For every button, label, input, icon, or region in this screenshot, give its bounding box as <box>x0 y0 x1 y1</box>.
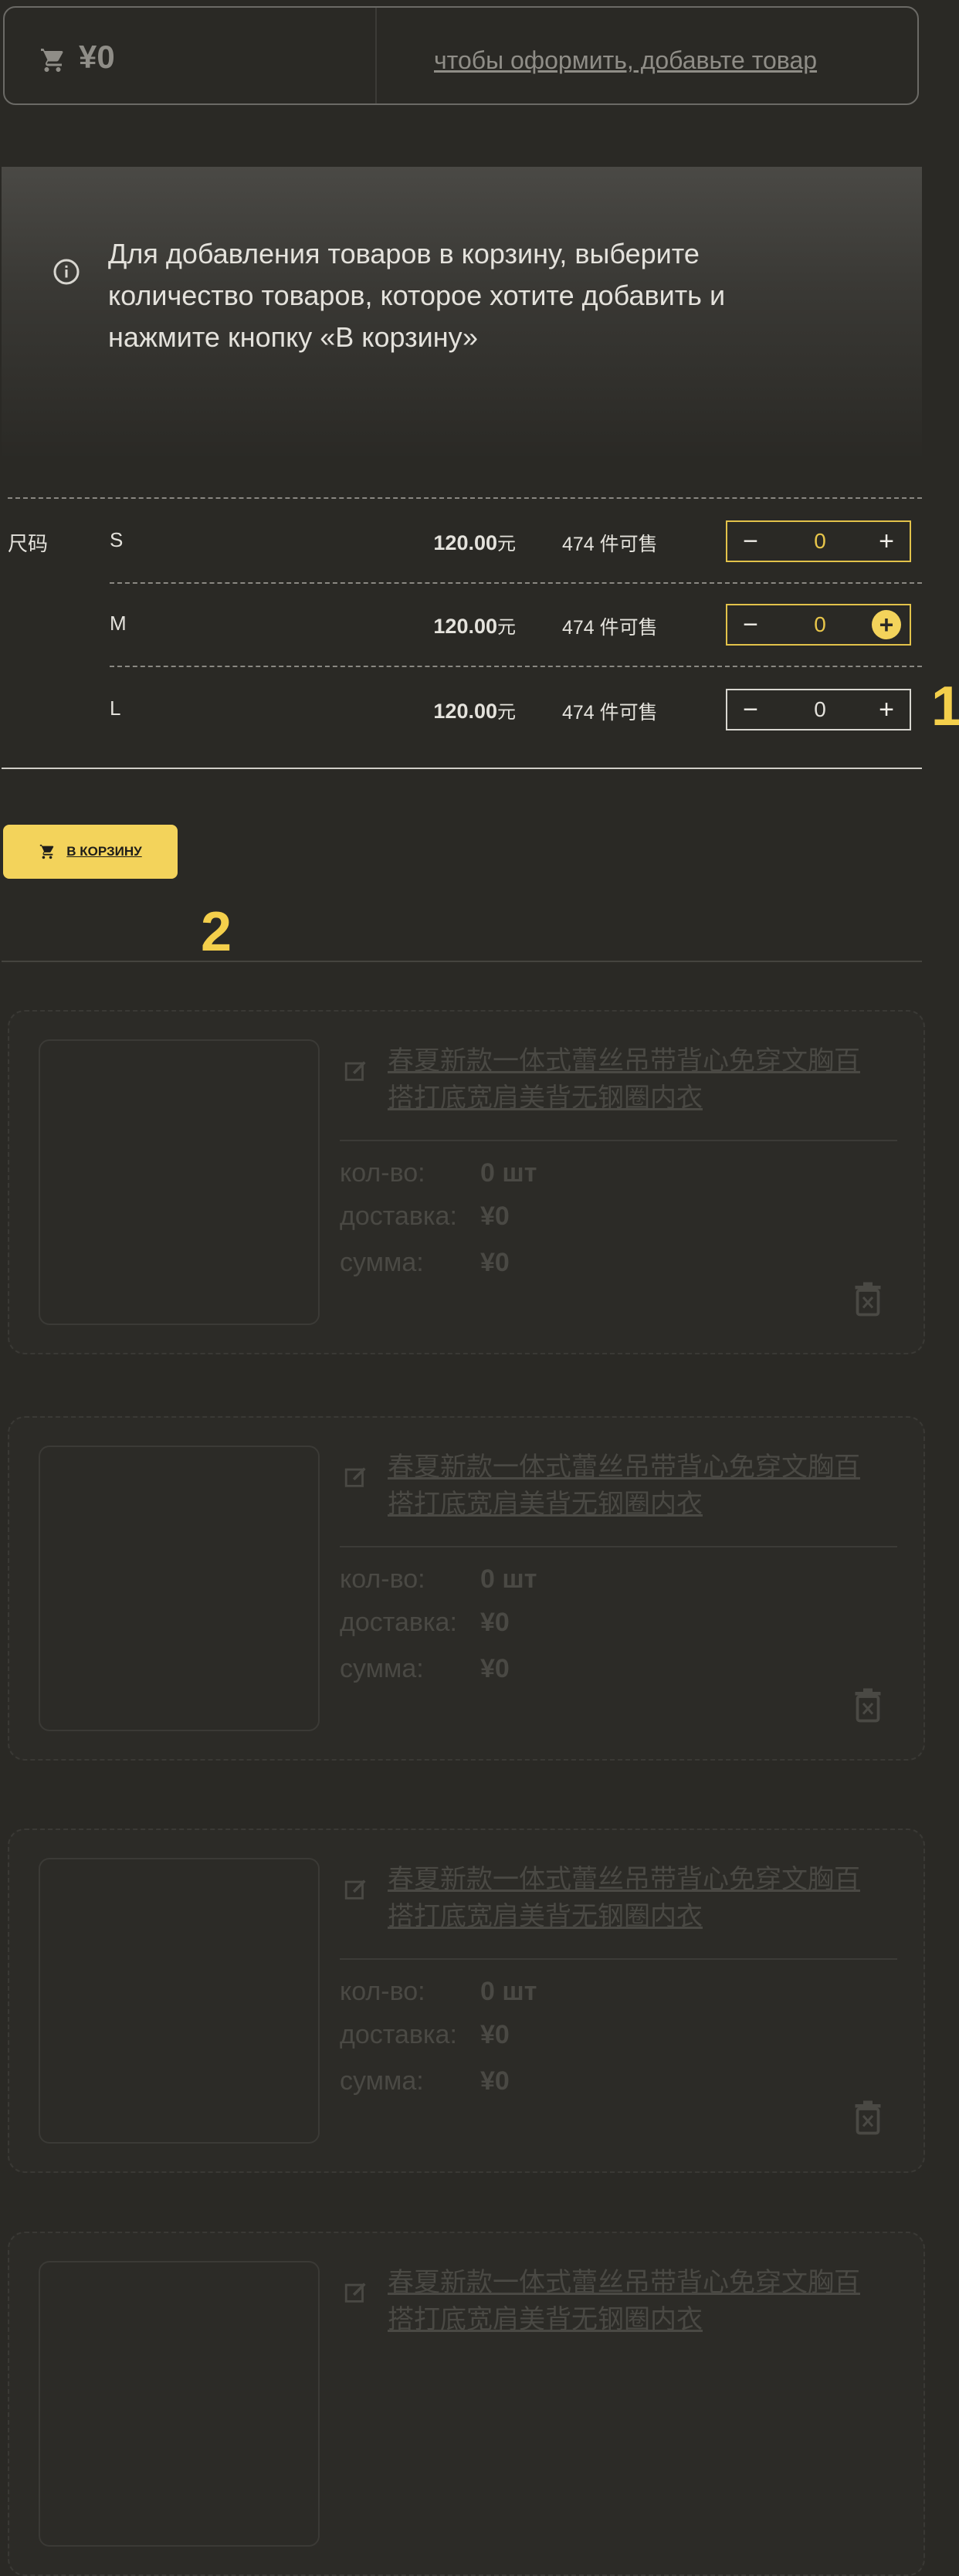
qty-label: кол-во: <box>340 1977 425 2006</box>
edit-icon[interactable] <box>343 1876 369 1903</box>
add-to-cart-label: В КОРЗИНУ <box>66 844 142 859</box>
quantity-value[interactable]: 0 <box>774 522 866 561</box>
trash-icon[interactable] <box>854 2100 882 2136</box>
product-title-link[interactable]: 春夏新款一体式蕾丝吊带背心免穿文胸百搭打底宽肩美背无钢圈内衣 <box>388 1042 866 1117</box>
delivery-label: доставка: <box>340 1202 457 1231</box>
size-table-top-divider <box>8 497 922 499</box>
product-thumbnail[interactable] <box>39 1446 320 1731</box>
info-icon <box>53 259 80 285</box>
size-table-bottom-divider <box>2 768 922 769</box>
decrement-button[interactable]: − <box>727 522 774 561</box>
edit-icon[interactable] <box>343 1058 369 1084</box>
section-divider <box>2 961 922 962</box>
quantity-stepper[interactable]: − 0 + <box>726 604 911 646</box>
qty-label: кол-во: <box>340 1564 425 1594</box>
size-option-price: 120.00元 <box>433 531 516 554</box>
size-option-name: S <box>110 528 124 551</box>
decrement-button[interactable]: − <box>727 690 774 729</box>
sum-label: сумма: <box>340 1248 424 1277</box>
edit-icon[interactable] <box>343 2279 369 2306</box>
product-title-link[interactable]: 春夏新款一体式蕾丝吊带背心免穿文胸百搭打底宽肩美背无钢圈内衣 <box>388 1861 866 1935</box>
sum-label: сумма: <box>340 2066 424 2096</box>
qty-label: кол-во: <box>340 1158 425 1188</box>
increment-button[interactable]: + <box>863 605 910 644</box>
sum-value: ¥0 <box>480 2066 510 2096</box>
cart-item-card: 春夏新款一体式蕾丝吊带背心免穿文胸百搭打底宽肩美背无钢圈内衣 кол-во: 0… <box>8 1010 925 1354</box>
delivery-label: доставка: <box>340 1608 457 1637</box>
annotation-marker-1: 1 <box>931 676 959 737</box>
product-thumbnail[interactable] <box>39 2261 320 2547</box>
delivery-value: ¥0 <box>480 1202 510 1231</box>
cart-total: ¥0 <box>79 39 115 75</box>
size-option-stock: 474 件可售 <box>562 702 658 724</box>
size-option-stock: 474 件可售 <box>562 617 658 639</box>
card-divider <box>340 1546 897 1547</box>
quantity-value[interactable]: 0 <box>774 690 866 729</box>
trash-icon[interactable] <box>854 1282 882 1317</box>
row-divider <box>110 582 922 584</box>
size-option-stock: 474 件可售 <box>562 534 658 555</box>
qty-value: 0 шт <box>480 1977 537 2006</box>
cart-bar-divider <box>375 8 377 103</box>
size-group-label: 尺码 <box>8 532 49 555</box>
sum-label: сумма: <box>340 1654 424 1683</box>
quantity-value[interactable]: 0 <box>774 605 866 644</box>
decrement-button[interactable]: − <box>727 605 774 644</box>
annotation-marker-2: 2 <box>201 901 232 963</box>
product-thumbnail[interactable] <box>39 1039 320 1325</box>
cart-icon <box>41 49 63 72</box>
sum-value: ¥0 <box>480 1248 510 1277</box>
row-divider <box>110 666 922 667</box>
delivery-value: ¥0 <box>480 2020 510 2049</box>
size-option-name: L <box>110 697 121 720</box>
trash-icon[interactable] <box>854 1688 882 1724</box>
delivery-value: ¥0 <box>480 1608 510 1637</box>
cart-icon <box>40 844 54 859</box>
sum-value: ¥0 <box>480 1654 510 1683</box>
add-to-cart-button[interactable]: В КОРЗИНУ <box>3 825 178 879</box>
product-thumbnail[interactable] <box>39 1858 320 2144</box>
product-title-link[interactable]: 春夏新款一体式蕾丝吊带背心免穿文胸百搭打底宽肩美背无钢圈内衣 <box>388 1449 866 1523</box>
cart-item-card: 春夏新款一体式蕾丝吊带背心免穿文胸百搭打底宽肩美背无钢圈内衣 <box>8 2232 925 2576</box>
quantity-stepper[interactable]: − 0 + <box>726 520 911 562</box>
increment-button[interactable]: + <box>863 690 910 729</box>
quantity-stepper[interactable]: − 0 + <box>726 689 911 730</box>
checkout-hint-link[interactable]: чтобы оформить, добавьте товар <box>434 46 817 75</box>
card-divider <box>340 1958 897 1960</box>
cart-item-card: 春夏新款一体式蕾丝吊带背心免穿文胸百搭打底宽肩美背无钢圈内衣 кол-во: 0… <box>8 1829 925 2173</box>
size-option-name: M <box>110 612 127 635</box>
card-divider <box>340 1140 897 1141</box>
size-option-price: 120.00元 <box>433 615 516 638</box>
info-text: Для добавления товаров в корзину, выбери… <box>108 238 726 353</box>
qty-value: 0 шт <box>480 1158 537 1188</box>
product-title-link[interactable]: 春夏新款一体式蕾丝吊带背心免穿文胸百搭打底宽肩美背无钢圈内衣 <box>388 2264 866 2338</box>
increment-button[interactable]: + <box>863 522 910 561</box>
cart-item-card: 春夏新款一体式蕾丝吊带背心免穿文胸百搭打底宽肩美背无钢圈内衣 кол-во: 0… <box>8 1416 925 1761</box>
plus-icon: + <box>872 610 901 639</box>
qty-value: 0 шт <box>480 1564 537 1594</box>
delivery-label: доставка: <box>340 2020 457 2049</box>
edit-icon[interactable] <box>343 1464 369 1490</box>
cart-summary-bar: ¥0 чтобы оформить, добавьте товар <box>3 6 919 105</box>
size-option-price: 120.00元 <box>433 700 516 723</box>
